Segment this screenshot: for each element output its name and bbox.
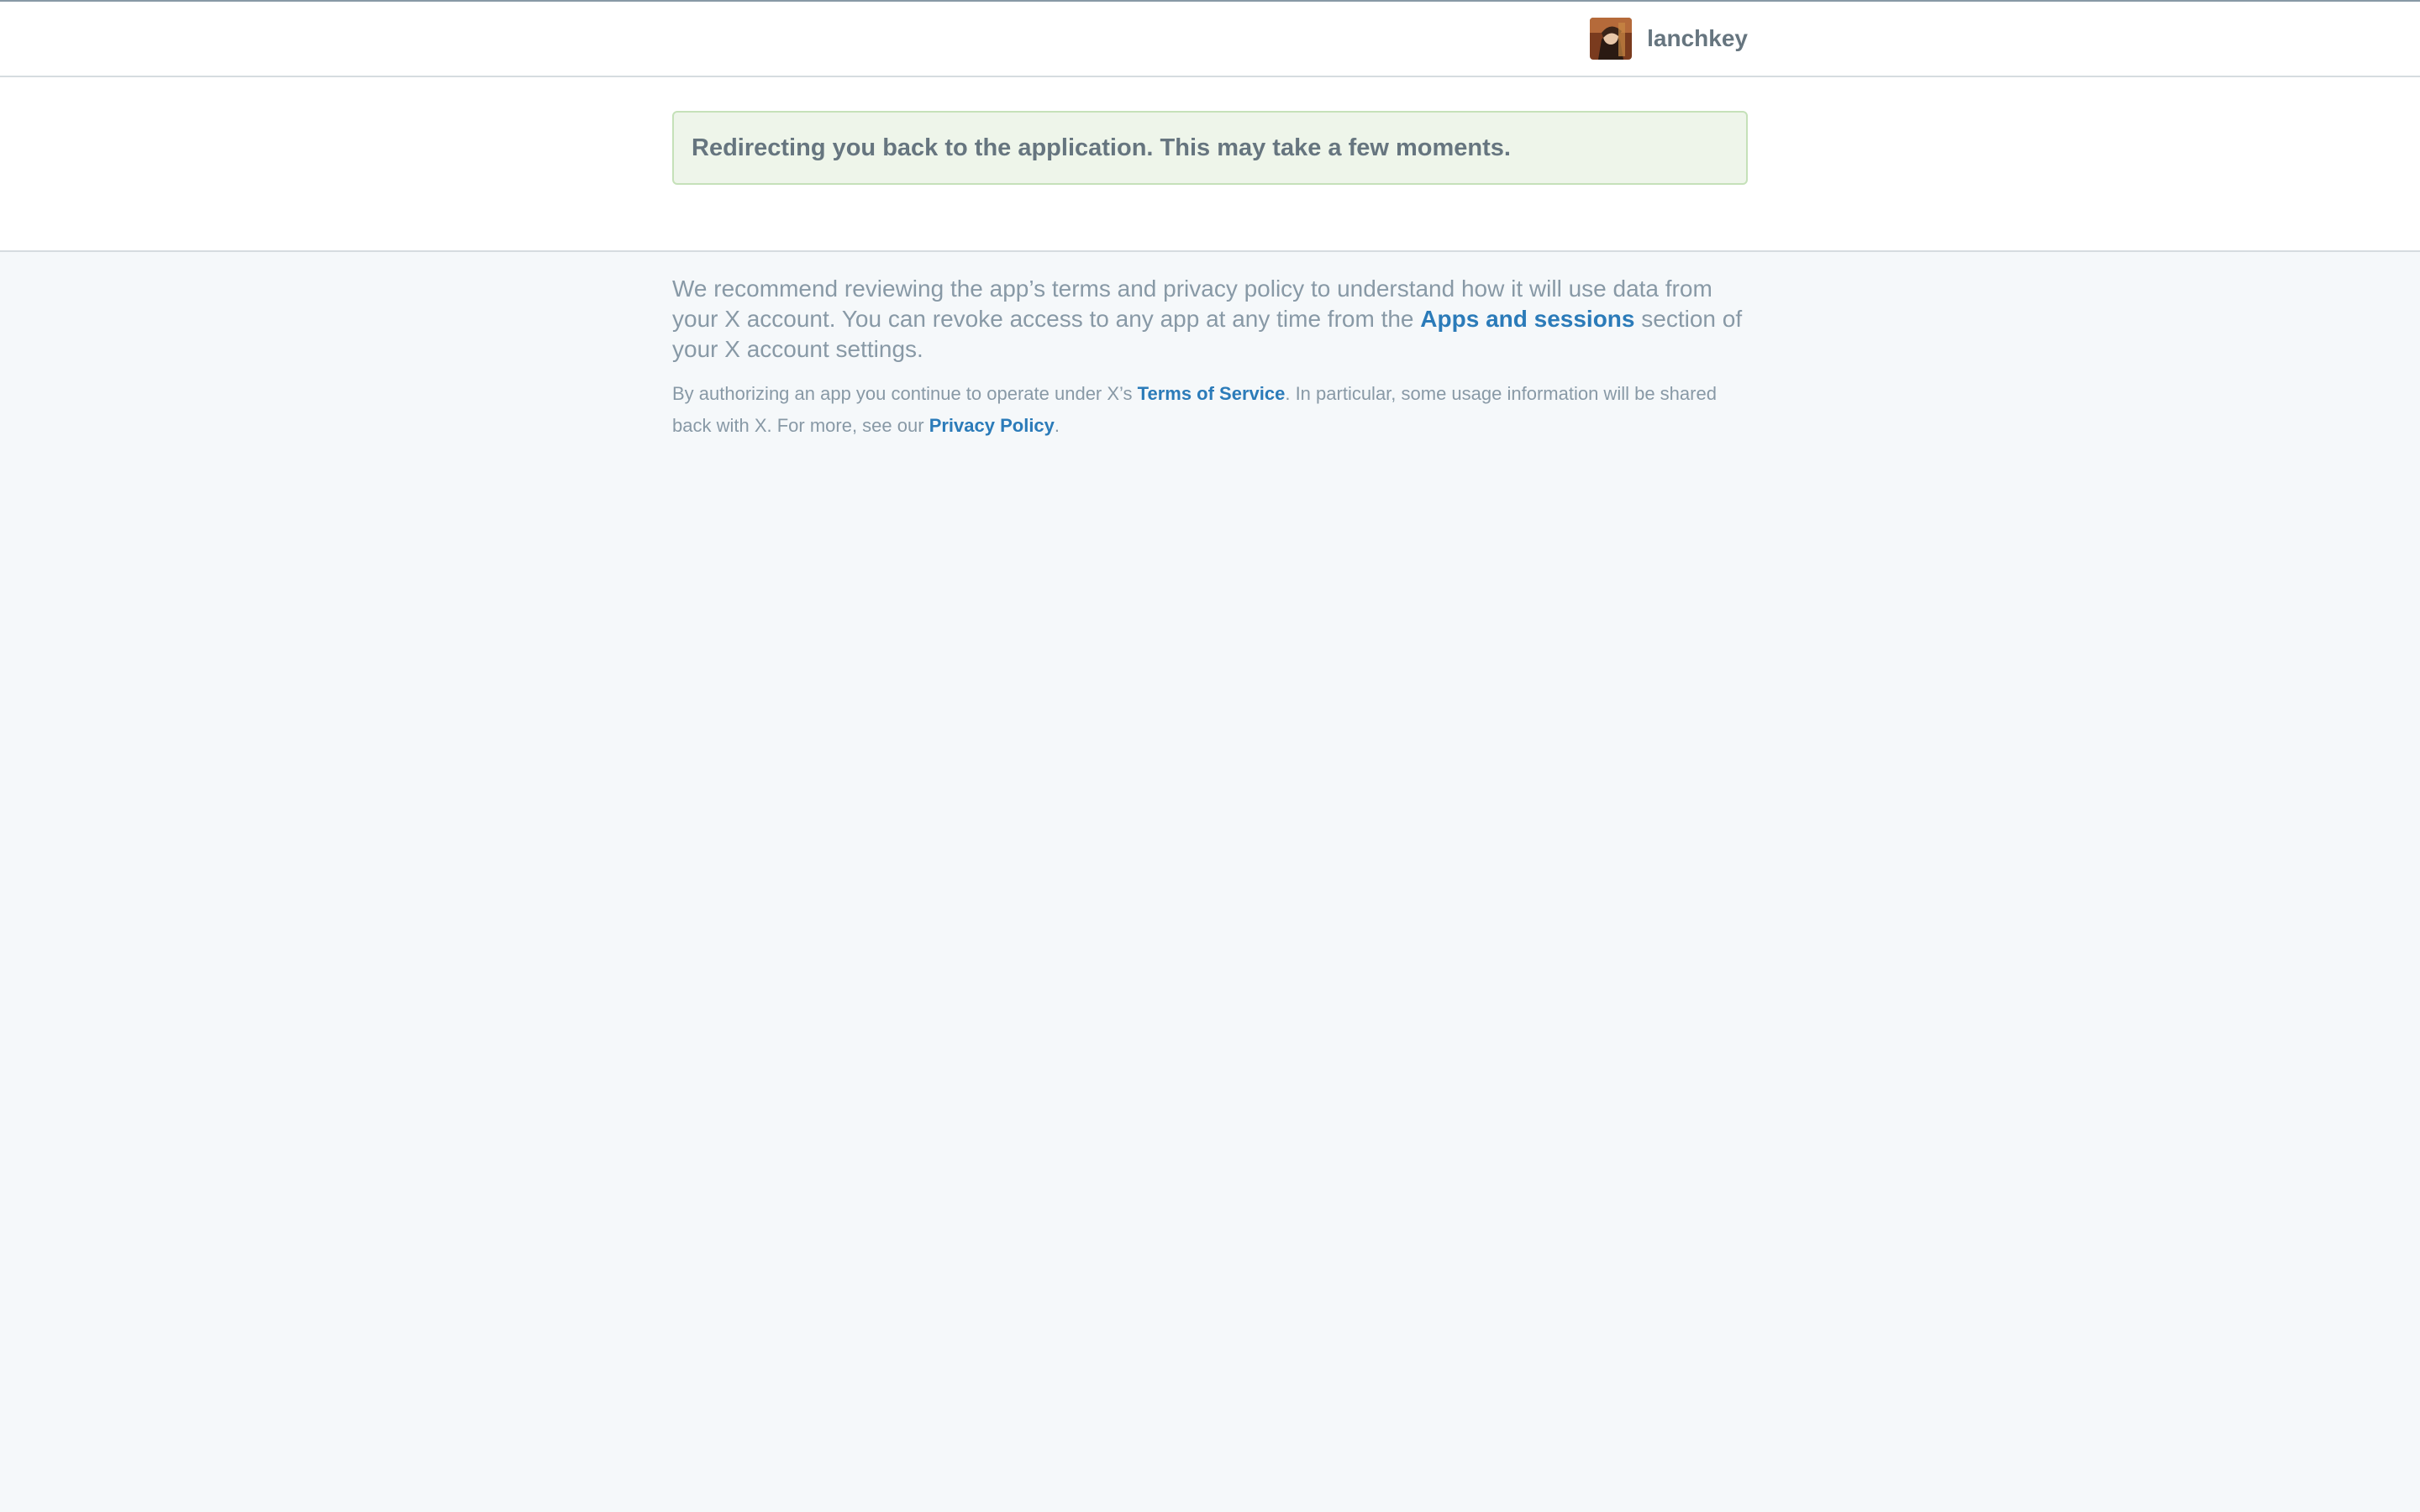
main-content: Redirecting you back to the application.… <box>0 77 2420 252</box>
recommend-paragraph: We recommend reviewing the app’s terms a… <box>672 274 1756 365</box>
top-bar: lanchkey <box>0 0 2420 77</box>
legal-paragraph: By authorizing an app you continue to op… <box>672 378 1756 442</box>
privacy-policy-link[interactable]: Privacy Policy <box>929 415 1055 436</box>
footer: We recommend reviewing the app’s terms a… <box>672 274 1756 442</box>
redirect-notice: Redirecting you back to the application.… <box>672 111 1748 185</box>
user-avatar-icon[interactable] <box>1590 18 1633 60</box>
terms-of-service-link[interactable]: Terms of Service <box>1138 383 1286 404</box>
username[interactable]: lanchkey <box>1647 25 1748 52</box>
redirect-message: Redirecting you back to the application.… <box>692 134 1511 161</box>
legal-end: . <box>1054 415 1060 436</box>
apps-and-sessions-link[interactable]: Apps and sessions <box>1420 306 1634 332</box>
user-menu[interactable]: lanchkey <box>1590 18 1748 60</box>
legal-prefix: By authorizing an app you continue to op… <box>672 383 1133 404</box>
